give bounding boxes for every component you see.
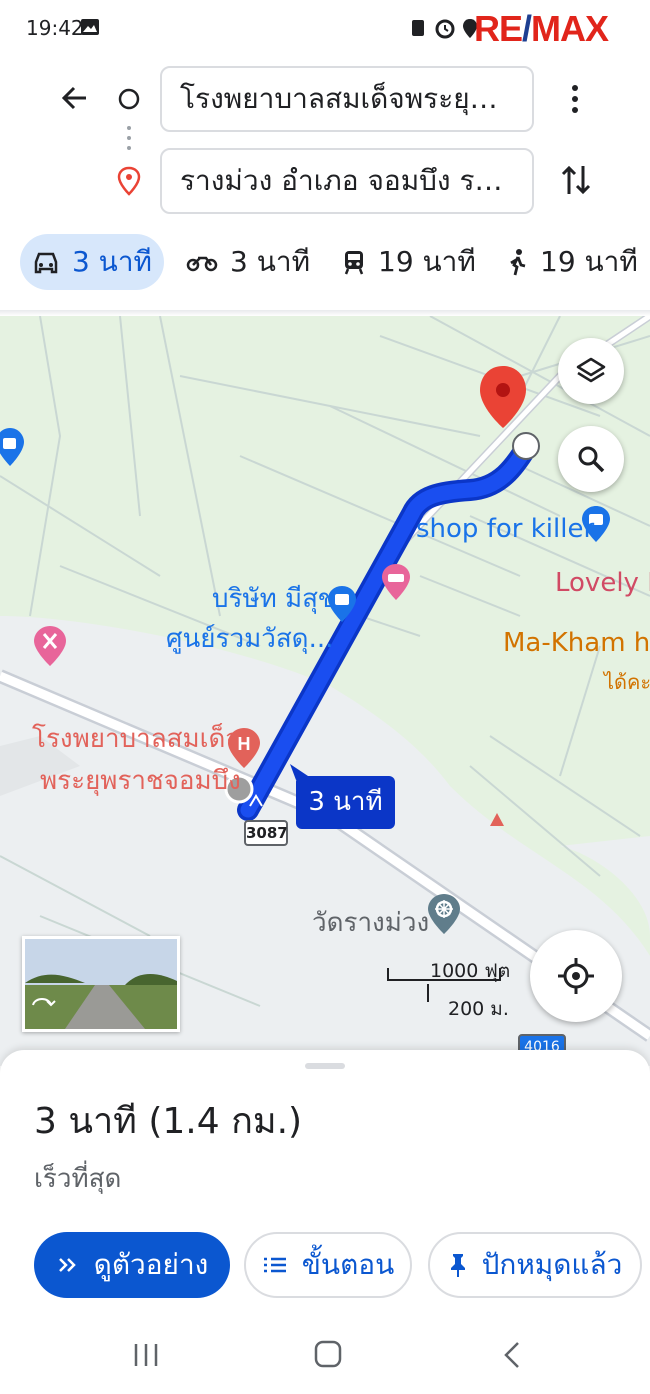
map-view[interactable]: shop for killer Lovely La Ma-Kham hom ได… — [0, 316, 650, 1066]
layers-icon — [576, 357, 606, 383]
preview-button-label: ดูตัวอย่าง — [93, 1248, 209, 1281]
pin-icon — [450, 1254, 465, 1277]
tab-transit-label: 19 นาที — [378, 245, 476, 278]
poi-company-label-1[interactable]: บริษัท มีสุข — [212, 578, 336, 619]
shopping-poi-icon[interactable] — [0, 426, 24, 476]
walk-icon — [510, 249, 526, 276]
alarm-icon — [435, 19, 455, 39]
home-icon[interactable] — [312, 1338, 344, 1370]
gallery-notification-icon — [81, 19, 99, 35]
tab-walking[interactable]: 19 นาที — [506, 234, 638, 290]
steps-button-label: ขั้นตอน — [301, 1248, 395, 1281]
scale-feet: 1000 ฟุต — [430, 960, 511, 982]
battery-saver-icon — [412, 20, 424, 36]
poi-makham-label[interactable]: Ma-Kham hom — [503, 628, 650, 658]
my-location-icon — [558, 958, 594, 994]
recent-apps-icon[interactable] — [130, 1340, 162, 1370]
status-bar: 19:42 RE/MAX — [0, 0, 650, 56]
poi-shop-label[interactable]: shop for killer — [416, 514, 594, 544]
back-nav-icon[interactable] — [500, 1340, 524, 1370]
hospital-label-2[interactable]: พระยุพราชจอมบึง — [40, 760, 241, 801]
pinned-button[interactable]: ปักหมุดแล้ว — [428, 1232, 642, 1298]
transit-icon — [344, 251, 364, 275]
swap-directions-icon[interactable] — [560, 162, 592, 198]
tab-motorcycle[interactable]: 3 นาที — [186, 234, 310, 290]
car-icon — [34, 252, 58, 274]
double-chevron-icon — [58, 1258, 76, 1272]
layers-button[interactable] — [558, 338, 624, 404]
tab-driving-label: 3 นาที — [71, 245, 153, 278]
tab-driving[interactable]: 3 นาที — [20, 234, 164, 290]
street-view-image — [25, 939, 177, 1029]
route-dots-icon — [127, 126, 131, 150]
temple-poi-icon[interactable] — [426, 892, 462, 936]
poi-company-label-2[interactable]: ศูนย์รวมวัสดุ... — [166, 618, 333, 659]
hotel-poi-icon[interactable] — [380, 562, 412, 602]
search-icon — [578, 446, 605, 473]
poi-makham-sub-label: ได้คะแ — [604, 670, 650, 694]
remax-watermark: RE/MAX — [474, 8, 609, 49]
list-icon — [263, 1257, 286, 1273]
route-time-callout[interactable]: 3 นาที — [296, 776, 395, 829]
motorcycle-icon — [186, 256, 218, 272]
tab-walking-label: 19 นาที — [540, 245, 638, 278]
origin-input[interactable]: โรงพยาบาลสมเด็จพระยุพร... — [160, 66, 534, 132]
road-shield-3087: 3087 — [244, 820, 288, 846]
preview-button[interactable]: ดูตัวอย่าง — [34, 1232, 230, 1298]
steps-button[interactable]: ขั้นตอน — [244, 1232, 412, 1298]
sheet-drag-handle[interactable] — [305, 1063, 345, 1069]
destination-pin-icon — [117, 166, 141, 196]
poi-lovely-label[interactable]: Lovely La — [555, 568, 650, 598]
temple-label[interactable]: วัดรางม่วง — [312, 902, 429, 943]
callout-pointer — [290, 764, 308, 780]
route-summary: 3 นาที (1.4 กม.) — [34, 1101, 303, 1142]
restaurant-poi-icon[interactable] — [32, 624, 68, 668]
search-button[interactable] — [558, 426, 624, 492]
scale-meters: 200 ม. — [448, 998, 509, 1020]
status-time: 19:42 — [26, 16, 84, 40]
my-location-button[interactable] — [530, 930, 622, 1022]
tab-motorcycle-label: 3 นาที — [230, 245, 311, 278]
pinned-button-label: ปักหมุดแล้ว — [481, 1248, 623, 1281]
tab-transit[interactable]: 19 นาที — [342, 234, 476, 290]
more-options-icon[interactable] — [565, 84, 585, 114]
back-arrow-icon[interactable] — [58, 82, 90, 114]
destination-input[interactable]: รางม่วง อำเภอ จอมบึง ราช... — [160, 148, 534, 214]
route-subtitle: เร็วที่สุด — [34, 1164, 122, 1194]
origin-circle-icon — [118, 88, 140, 110]
street-view-thumbnail[interactable] — [22, 936, 180, 1032]
hospital-label-1[interactable]: โรงพยาบาลสมเด็จ — [32, 718, 241, 759]
